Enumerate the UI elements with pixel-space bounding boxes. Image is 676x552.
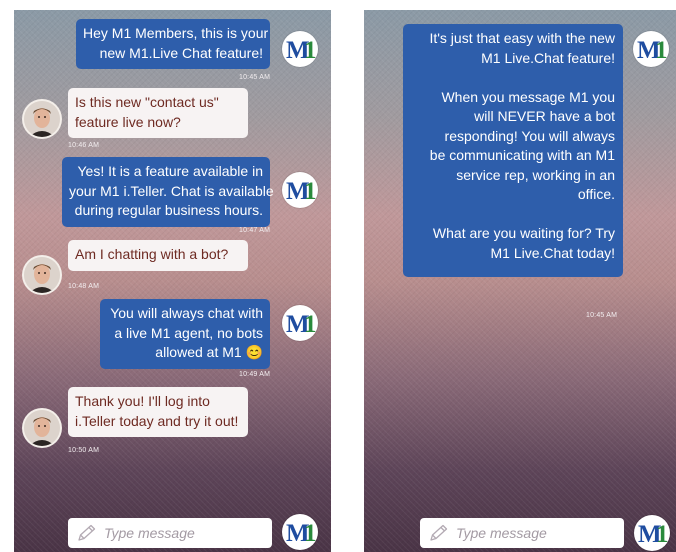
m1-logo-avatar: M1 <box>634 515 670 551</box>
message-text: M1 Live.Chat feature! <box>481 49 615 66</box>
svg-text:1: 1 <box>304 520 317 547</box>
message-text: You will always chat with <box>110 305 263 321</box>
m1-logo-avatar: M1 <box>282 31 318 67</box>
member-avatar <box>24 101 60 137</box>
message-text: allowed at M1 😊 <box>155 344 263 360</box>
chat-screen-right: It's just that easy with the new M1 Live… <box>364 10 676 552</box>
message-text: new M1.Live Chat feature! <box>99 44 263 61</box>
svg-text:1: 1 <box>304 178 317 205</box>
message-text: Am I chatting with a bot? <box>75 246 229 262</box>
message-timestamp: 10:50 AM <box>68 447 100 454</box>
message-text: Is this new "contact us" <box>75 94 219 110</box>
pencil-icon <box>429 524 449 547</box>
message-input[interactable]: Type message <box>68 518 272 548</box>
agent-message: You will always chat with a live M1 agen… <box>100 299 270 369</box>
message-text: during regular business hours. <box>74 202 263 218</box>
message-text: will NEVER have a bot <box>474 108 615 124</box>
message-text: feature live now? <box>75 113 181 130</box>
member-message: Is this new "contact us" feature live no… <box>68 88 248 138</box>
message-paragraph: What are you waiting for? Try M1 Live.Ch… <box>409 224 615 263</box>
message-text: What are you waiting for? Try <box>432 225 615 241</box>
message-timestamp: 10:49 AM <box>239 371 271 378</box>
member-message: Am I chatting with a bot? <box>68 240 248 271</box>
message-text: M1 Live.Chat today! <box>490 244 615 261</box>
agent-message: Hey M1 Members, this is your new M1.Live… <box>76 19 270 69</box>
message-text: service rep, working in an <box>456 166 615 183</box>
message-input[interactable]: Type message <box>420 518 624 548</box>
message-text: Thank you! I'll log into <box>75 393 210 409</box>
message-paragraph: It's just that easy with the new M1 Live… <box>409 29 615 68</box>
message-timestamp: 10:47 AM <box>239 227 271 234</box>
svg-text:1: 1 <box>304 311 317 338</box>
message-timestamp: 10:45 AM <box>239 74 271 81</box>
message-text: responding! You will always <box>444 127 615 144</box>
svg-text:1: 1 <box>656 521 669 548</box>
message-text: When you message M1 you <box>441 88 615 105</box>
svg-text:1: 1 <box>304 37 317 64</box>
chat-screen-left: Hey M1 Members, this is your new M1.Live… <box>14 10 331 552</box>
svg-text:1: 1 <box>655 37 668 64</box>
message-text: Hey M1 Members, this is your <box>83 25 269 41</box>
m1-logo-avatar: M1 <box>282 305 318 341</box>
message-text: a live M1 agent, no bots <box>114 324 263 341</box>
message-paragraph: When you message M1 you will NEVER have … <box>409 88 615 205</box>
message-input-placeholder: Type message <box>104 525 195 541</box>
message-text: your M1 i.Teller. Chat is available <box>69 182 274 199</box>
message-text: be communicating with an M1 <box>429 147 615 163</box>
pencil-icon <box>77 524 97 547</box>
m1-logo-avatar: M1 <box>282 514 318 550</box>
message-text: Yes! It is a feature available in <box>77 163 264 179</box>
message-input-placeholder: Type message <box>456 525 547 541</box>
member-avatar <box>24 257 60 293</box>
message-timestamp: 10:46 AM <box>68 142 100 149</box>
m1-logo-avatar: M1 <box>282 172 318 208</box>
agent-message: It's just that easy with the new M1 Live… <box>403 24 623 277</box>
message-timestamp: 10:45 AM <box>586 312 618 319</box>
agent-message: Yes! It is a feature available in your M… <box>62 157 274 227</box>
message-text: i.Teller today and try it out! <box>75 412 239 429</box>
message-timestamp: 10:48 AM <box>68 283 100 290</box>
m1-logo-avatar: M1 <box>633 31 669 67</box>
message-text: office. <box>577 186 615 202</box>
message-text: It's just that easy with the new <box>429 30 615 46</box>
member-message: Thank you! I'll log into i.Teller today … <box>68 387 248 437</box>
member-avatar <box>24 410 60 446</box>
